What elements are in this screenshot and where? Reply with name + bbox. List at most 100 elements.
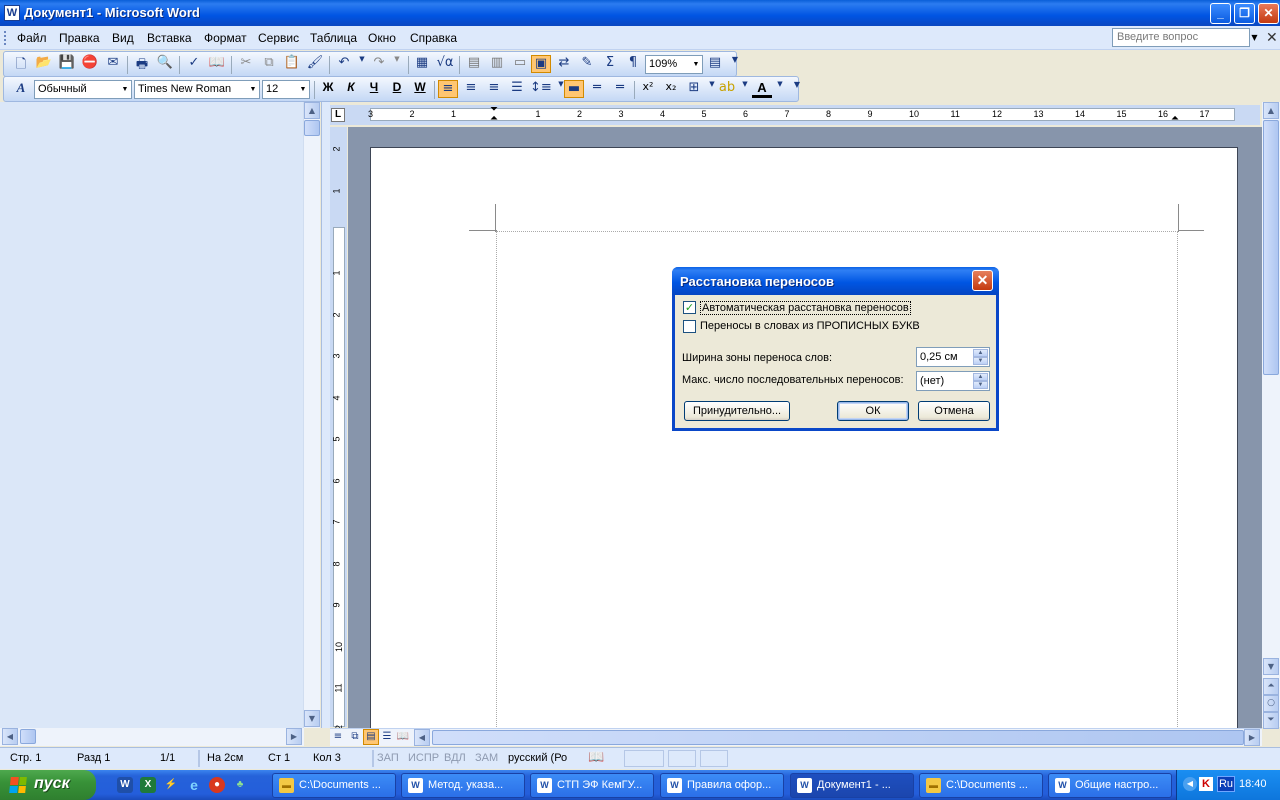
outline-view-icon[interactable]: ☰	[379, 729, 395, 745]
web-view-icon[interactable]: ⧉	[347, 729, 363, 745]
auto-hyphenation-checkbox[interactable]: ✓	[683, 301, 696, 314]
font-color-icon[interactable]: A	[752, 80, 772, 98]
vertical-ruler[interactable]: 21123456789101112	[330, 127, 347, 735]
undo-icon[interactable]: ↶	[334, 55, 354, 73]
left-pane-hscroll[interactable]: ◀ ▶	[0, 728, 304, 746]
scroll-down-icon[interactable]: ▼	[1263, 658, 1279, 675]
border-middle-icon[interactable]: ═	[587, 80, 607, 98]
chevron-down-icon[interactable]: ▼	[1249, 28, 1260, 47]
pane-splitter[interactable]	[321, 102, 330, 728]
taskbar-task[interactable]: W Общие настро...	[1048, 773, 1172, 798]
scroll-up-icon[interactable]: ▲	[1263, 102, 1279, 119]
spelling-status-icon[interactable]: 📖	[588, 749, 604, 765]
menu-edit[interactable]: Правка	[59, 31, 100, 45]
taskbar-task[interactable]: W Документ1 - ...	[790, 773, 914, 798]
font-select[interactable]: Times New Roman ▼	[134, 80, 260, 99]
caps-hyphenation-label[interactable]: Переносы в словах из ПРОПИСНЫХ БУКВ	[700, 320, 920, 332]
spin-up-icon[interactable]: ▲	[973, 373, 988, 381]
justify-icon[interactable]: ☰	[507, 80, 527, 98]
double-underline-button[interactable]: D	[387, 80, 407, 98]
scroll-right-icon[interactable]: ▶	[1244, 729, 1260, 746]
zone-width-spinner[interactable]: 0,25 см ▲ ▼	[916, 347, 990, 367]
align-left-icon[interactable]: ≡	[438, 80, 458, 98]
insert-excel-icon[interactable]: ▤	[464, 55, 484, 73]
taskbar-task[interactable]: ▬ C:\Documents ...	[919, 773, 1043, 798]
hanging-indent-marker[interactable]: ⏶	[490, 114, 498, 124]
paste-icon[interactable]: 📋	[282, 55, 302, 73]
caps-hyphenation-checkbox[interactable]	[683, 320, 696, 333]
document-map-icon[interactable]: ▣	[531, 55, 551, 73]
align-center-icon[interactable]: ≡	[461, 80, 481, 98]
superscript-icon[interactable]: x²	[638, 80, 658, 98]
document-close-button[interactable]: ✕	[1266, 29, 1278, 46]
spin-down-icon[interactable]: ▼	[973, 381, 988, 389]
right-indent-marker[interactable]: ⏶	[1171, 114, 1179, 124]
vertical-scrollbar[interactable]: ▲ ▼ ⏶ ○ ⏷	[1262, 102, 1280, 729]
format-painter-icon[interactable]: 🖌	[305, 55, 325, 73]
dialog-close-button[interactable]: ✕	[972, 270, 993, 291]
tray-expand-icon[interactable]: ◀	[1183, 777, 1197, 791]
internet-explorer-icon[interactable]: e	[186, 777, 202, 793]
messenger-icon[interactable]: ♣	[232, 777, 248, 793]
winamp-quicklaunch-icon[interactable]: ⚡	[163, 777, 179, 793]
status-extend[interactable]: ВДЛ	[444, 752, 466, 764]
chevron-down-icon[interactable]: ▼	[387, 55, 407, 73]
read-mode-icon[interactable]: ▤	[705, 55, 725, 73]
clock[interactable]: 18:40	[1239, 778, 1267, 790]
font-size-select[interactable]: 12 ▼	[262, 80, 310, 99]
menu-tools[interactable]: Сервис	[258, 31, 299, 45]
dialog-title-bar[interactable]: Расстановка переносов	[672, 267, 999, 295]
horizontal-scrollbar[interactable]: ≡ ⧉ ▤ ☰ 📖 ◀ ▶	[330, 728, 1262, 746]
help-question-input[interactable]: Введите вопрос	[1112, 28, 1250, 47]
underline-button[interactable]: Ч	[364, 80, 384, 98]
scroll-thumb[interactable]	[304, 120, 320, 136]
line-spacing-icon[interactable]: ↕≡	[530, 80, 552, 98]
restore-button[interactable]: ❐	[1234, 3, 1255, 24]
redo-icon[interactable]: ↷	[369, 55, 389, 73]
columns-icon[interactable]: ▥	[487, 55, 507, 73]
scroll-up-icon[interactable]: ▲	[304, 102, 320, 119]
scroll-left-icon[interactable]: ◀	[414, 729, 430, 746]
taskbar-task[interactable]: W Метод. указа...	[401, 773, 525, 798]
excel-quicklaunch-icon[interactable]: X	[140, 777, 156, 793]
italic-button[interactable]: К	[341, 80, 361, 98]
document-map-pane[interactable]: ▲ ▼	[0, 102, 320, 746]
drawing-icon[interactable]: ▭	[510, 55, 530, 73]
taskbar-task[interactable]: W СТП ЭФ КемГУ...	[530, 773, 654, 798]
scroll-thumb[interactable]	[1263, 120, 1279, 375]
toolbar-options-icon[interactable]: ▼	[787, 80, 807, 98]
copy-icon[interactable]: ⧉	[259, 55, 279, 73]
ok-button[interactable]: ОК	[837, 401, 909, 421]
equation-icon[interactable]: √α	[435, 55, 455, 73]
normal-view-icon[interactable]: ≡	[330, 729, 346, 745]
style-select[interactable]: Обычный ▼	[34, 80, 132, 99]
menu-format[interactable]: Формат	[204, 31, 247, 45]
menu-view[interactable]: Вид	[112, 31, 134, 45]
taskbar-task[interactable]: ▬ C:\Documents ...	[272, 773, 396, 798]
print-preview-icon[interactable]: 🔍	[155, 55, 175, 73]
reading-view-icon[interactable]: 📖	[395, 729, 411, 745]
show-formatting-icon[interactable]: ¶	[623, 55, 643, 73]
cancel-button[interactable]: Отмена	[918, 401, 990, 421]
print-layout-view-icon[interactable]: ▤	[363, 729, 379, 745]
open-folder-icon[interactable]: 📂	[34, 55, 54, 73]
border-top-icon[interactable]: ▬	[564, 80, 584, 98]
menu-table[interactable]: Таблица	[310, 31, 357, 45]
subscript-icon[interactable]: x₂	[661, 80, 681, 98]
bold-button[interactable]: Ж	[318, 80, 338, 98]
kaspersky-icon[interactable]: K	[1199, 777, 1213, 791]
auto-hyphenation-label[interactable]: Автоматическая расстановка переносов	[700, 301, 911, 315]
tab-selector[interactable]: L	[331, 108, 345, 122]
scroll-thumb[interactable]	[432, 730, 1244, 745]
menu-file[interactable]: Файл	[17, 31, 47, 45]
spin-up-icon[interactable]: ▲	[973, 349, 988, 357]
media-player-icon[interactable]: ●	[209, 777, 225, 793]
start-button[interactable]: пуск	[0, 770, 96, 800]
menu-insert[interactable]: Вставка	[147, 31, 192, 45]
close-button[interactable]: ✕	[1258, 3, 1279, 24]
insert-table-icon[interactable]: ▦	[412, 55, 432, 73]
toolbar-options-icon[interactable]: ▼	[725, 55, 745, 73]
ink-annotation-icon[interactable]: ✎	[577, 55, 597, 73]
print-icon[interactable]: 🖶	[132, 55, 152, 73]
zoom-select[interactable]: 109% ▼	[645, 55, 703, 74]
